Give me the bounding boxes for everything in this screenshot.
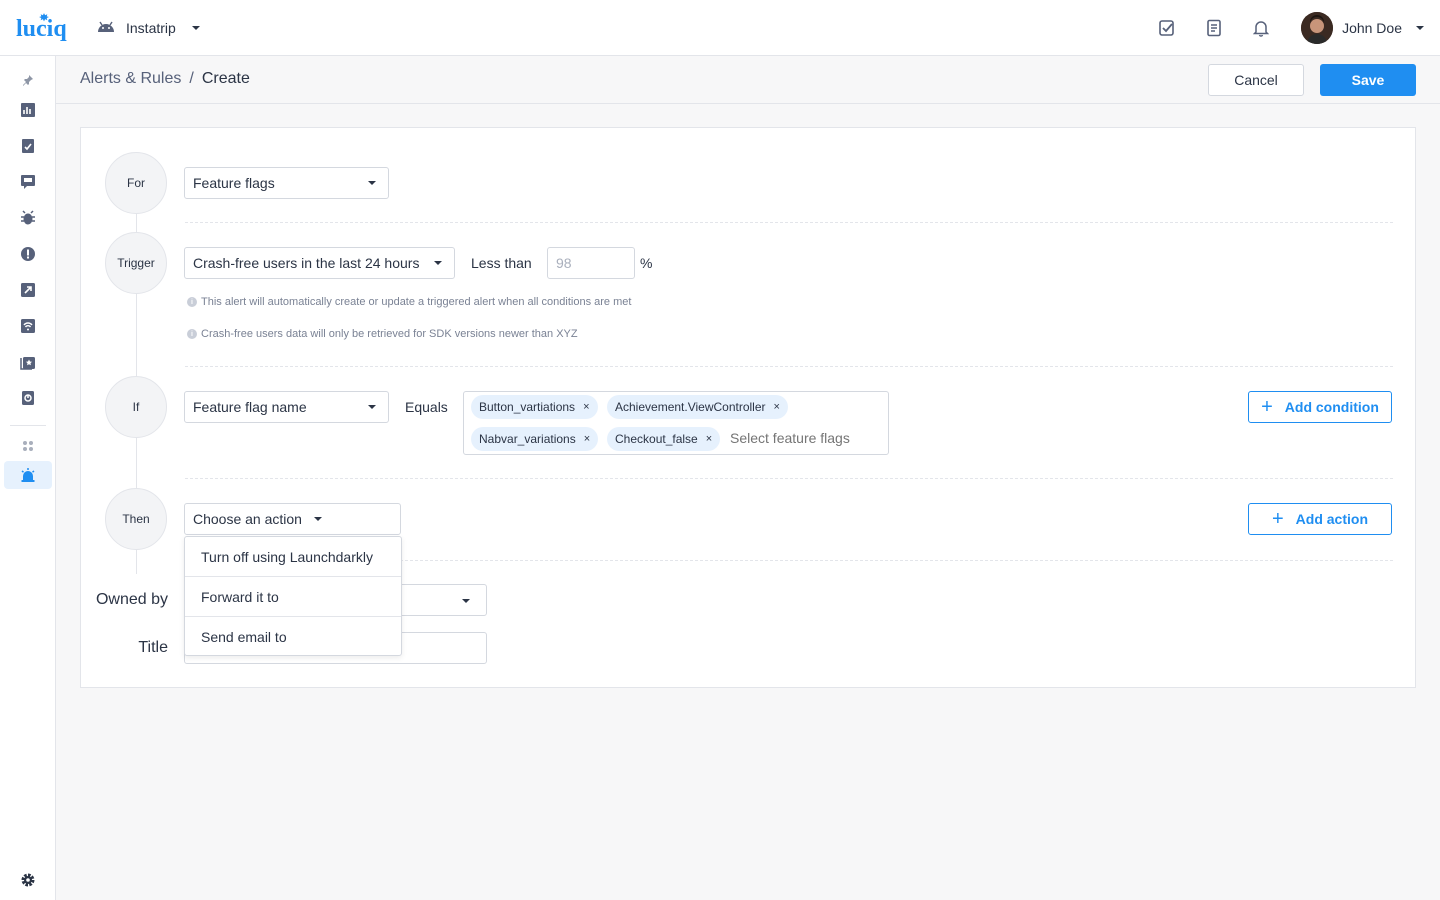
settings-icon[interactable] [4,866,52,894]
feature-flags-search-input[interactable] [730,430,880,446]
title-label: Title [138,639,168,656]
trigger-note-1: i This alert will automatically create o… [187,296,631,308]
rating-icon[interactable] [4,348,52,376]
trigger-metric-select[interactable]: Crash-free users in the last 24 hours [184,247,455,279]
option-turn-off-launchdarkly[interactable]: Turn off using Launchdarkly [185,537,401,577]
crash-icon[interactable] [4,240,52,268]
tag-chip: Checkout_false × [607,427,721,451]
step-for: For [105,152,167,214]
owned-by-label: Owned by [95,591,168,608]
if-field-select[interactable]: Feature flag name [184,391,389,423]
breadcrumb-separator: / [189,70,194,87]
luciq-logo[interactable]: luciq [16,12,76,44]
feedback-icon[interactable] [4,168,52,196]
tag-chip: Achievement.ViewController × [607,395,788,419]
rule-form-card: For Feature flags Trigger Crash-free use… [80,127,1416,688]
chevron-down-icon [1416,26,1424,30]
release-icon[interactable] [4,276,52,304]
divider [185,222,1393,223]
tag-chip: Button_vartiations × [471,395,598,419]
user-name: John Doe [1342,20,1402,36]
avatar [1301,12,1334,44]
tag-chip: Nabvar_variations × [471,427,599,451]
divider [185,366,1393,367]
android-icon [96,19,116,38]
pin-icon[interactable] [4,66,52,94]
tag-label: Achievement.ViewController [615,400,766,414]
feature-flags-multiselect[interactable]: Button_vartiations × Achievement.ViewCon… [463,391,889,455]
bell-icon[interactable] [1249,16,1273,40]
sidebar [0,56,56,900]
page-header: Alerts & Rules / Create Cancel Save [56,56,1440,104]
option-send-email-to[interactable]: Send email to [185,617,401,657]
bug-icon[interactable] [4,204,52,232]
chevron-down-icon [368,181,376,185]
page-title: Create [201,70,250,87]
remove-tag-icon[interactable]: × [584,433,590,445]
sessions-icon[interactable] [4,384,52,412]
remove-tag-icon[interactable]: × [583,401,589,413]
trigger-threshold-input[interactable] [547,247,635,279]
breadcrumb-alerts-rules[interactable]: Alerts & Rules [80,70,181,88]
percent-unit: % [640,255,653,271]
trigger-note-1-text: This alert will automatically create or … [201,296,632,308]
tag-label: Nabvar_variations [479,432,576,446]
info-icon: i [187,297,197,307]
trigger-note-2-text: Crash-free users data will only be retri… [201,328,578,340]
network-icon[interactable] [4,312,52,340]
add-condition-label: Add condition [1284,399,1379,415]
apm-icon[interactable] [4,132,52,160]
sidebar-divider [10,425,46,426]
remove-tag-icon[interactable]: × [774,401,780,413]
trigger-metric-value: Crash-free users in the last 24 hours [193,255,420,271]
chevron-down-icon [368,405,376,409]
add-condition-button[interactable]: + Add condition [1248,391,1392,423]
step-then: Then [105,488,167,550]
remove-tag-icon[interactable]: × [706,433,712,445]
step-trigger: Trigger [105,232,167,294]
svg-text:luciq: luciq [16,16,67,42]
user-menu[interactable]: John Doe [1301,12,1424,44]
option-forward-it-to[interactable]: Forward it to [185,577,401,617]
for-select-value: Feature flags [193,175,275,191]
checklist-icon[interactable] [1155,16,1179,40]
app-name: Instatrip [126,20,176,36]
apps-icon[interactable] [4,432,52,460]
chevron-down-icon [462,599,470,603]
if-field-value: Feature flag name [193,399,307,415]
chevron-down-icon [191,26,200,30]
then-action-value: Choose an action [193,511,302,527]
trigger-note-2: i Crash-free users data will only be ret… [187,328,578,340]
save-button[interactable]: Save [1320,64,1416,96]
if-operator-label: Equals [405,399,448,415]
chevron-down-icon [434,261,442,265]
plus-icon: + [1261,396,1273,418]
divider [185,478,1393,479]
trigger-operator-label: Less than [471,255,532,271]
top-bar: luciq Instatrip John Doe [0,0,1440,56]
plus-icon: + [1271,508,1284,530]
dashboard-icon[interactable] [4,96,52,124]
cancel-button[interactable]: Cancel [1208,64,1304,96]
add-action-label: Add action [1295,511,1369,527]
document-icon[interactable] [1202,16,1226,40]
then-action-select[interactable]: Choose an action [184,503,401,535]
chevron-down-icon [313,517,322,521]
breadcrumb: Alerts & Rules / Create [80,70,250,88]
tag-label: Checkout_false [615,432,698,446]
action-dropdown-menu: Turn off using Launchdarkly Forward it t… [184,536,402,656]
for-select[interactable]: Feature flags [184,167,389,199]
info-icon: i [187,329,197,339]
add-action-button[interactable]: + Add action [1248,503,1392,535]
tag-label: Button_vartiations [479,400,576,414]
alerts-icon[interactable] [4,461,52,489]
step-if: If [105,376,167,438]
app-switcher[interactable]: Instatrip [96,16,200,40]
